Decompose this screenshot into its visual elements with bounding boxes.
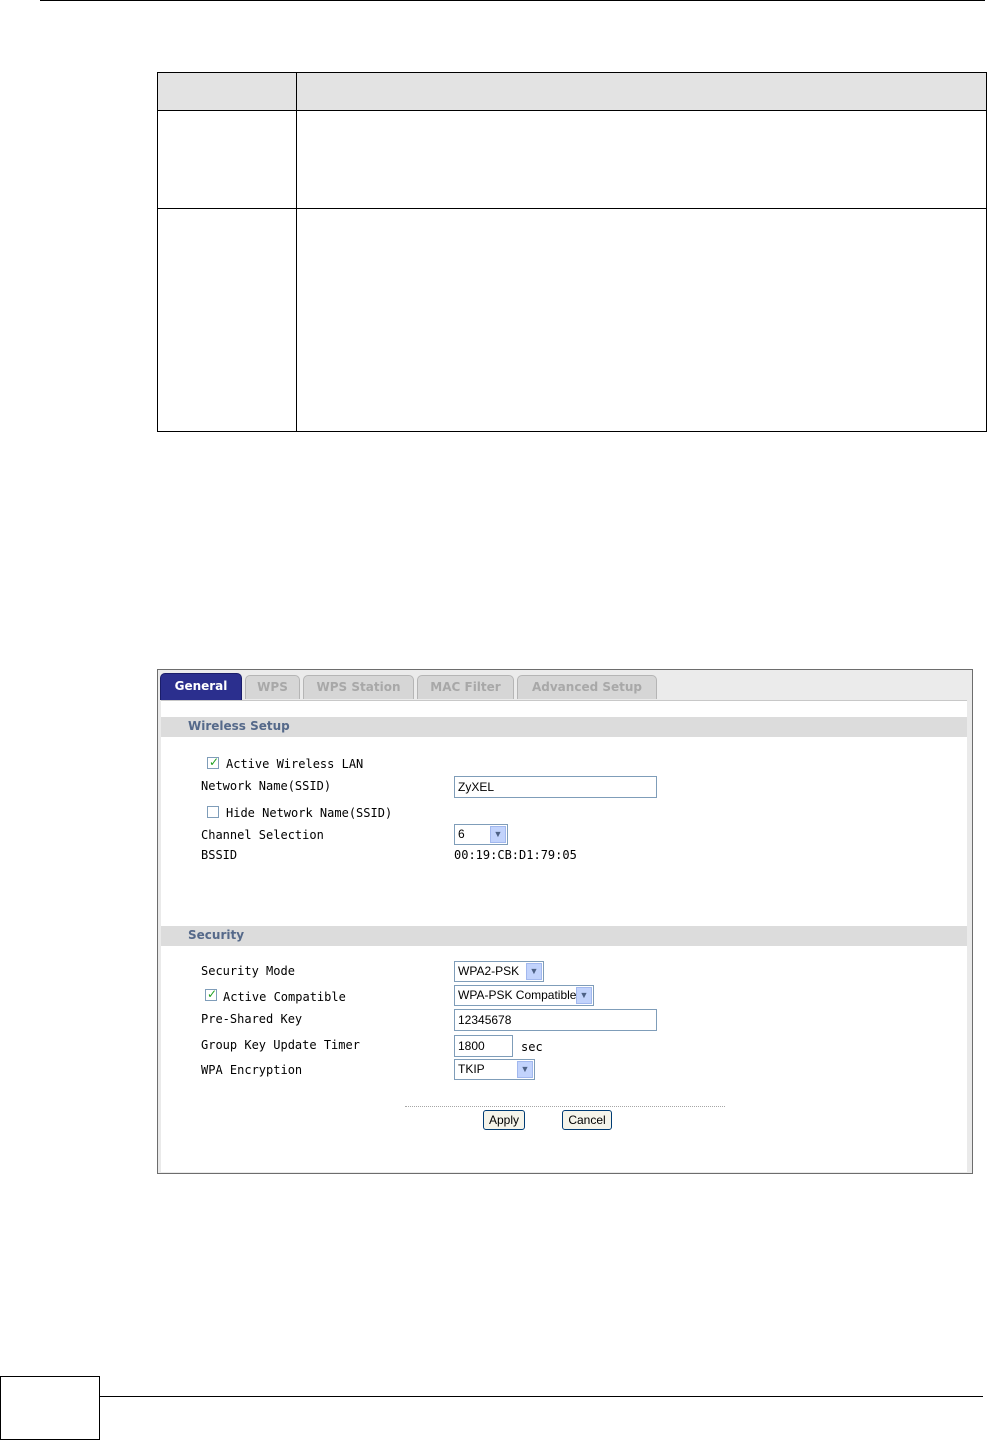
chevron-down-icon: ▼ bbox=[526, 963, 542, 980]
page-top-rule bbox=[40, 0, 985, 1]
chevron-down-icon: ▼ bbox=[490, 826, 506, 843]
security-title: Security bbox=[188, 928, 245, 942]
footer-rule bbox=[100, 1396, 983, 1397]
tab-wps[interactable]: WPS bbox=[245, 675, 300, 699]
active-wireless-lan-checkbox[interactable]: ✓ bbox=[207, 755, 220, 769]
hide-ssid-label: Hide Network Name(SSID) bbox=[226, 806, 393, 820]
hide-ssid-checkbox[interactable] bbox=[207, 806, 219, 818]
table-row-divider bbox=[158, 208, 986, 209]
tab-general[interactable]: General bbox=[160, 673, 242, 700]
check-icon: ✓ bbox=[209, 755, 220, 769]
security-mode-select[interactable]: WPA2-PSK ▼ bbox=[454, 961, 544, 982]
channel-select[interactable]: 6 ▼ bbox=[454, 824, 508, 845]
tab-bar: General WPS WPS Station MAC Filter Advan… bbox=[158, 670, 972, 700]
security-mode-value: WPA2-PSK bbox=[458, 964, 520, 978]
wpa-encryption-label: WPA Encryption bbox=[201, 1063, 303, 1077]
group-key-timer-unit: sec bbox=[521, 1040, 543, 1054]
wireless-lan-screen: General WPS WPS Station MAC Filter Advan… bbox=[157, 669, 973, 1174]
psk-label: Pre-Shared Key bbox=[201, 1012, 303, 1026]
channel-value: 6 bbox=[458, 827, 465, 841]
security-mode-label: Security Mode bbox=[201, 964, 295, 978]
active-wireless-lan-label: Active Wireless LAN bbox=[226, 757, 364, 771]
tab-wps-station[interactable]: WPS Station bbox=[303, 675, 414, 699]
active-compatible-label: Active Compatible bbox=[223, 990, 346, 1004]
bssid-label: BSSID bbox=[201, 848, 238, 862]
wireless-setup-title: Wireless Setup bbox=[188, 719, 290, 733]
ssid-input[interactable]: ZyXEL bbox=[454, 776, 657, 798]
apply-button[interactable]: Apply bbox=[483, 1110, 525, 1130]
ssid-label: Network Name(SSID) bbox=[201, 779, 332, 793]
cancel-button[interactable]: Cancel bbox=[562, 1110, 612, 1130]
compatible-value: WPA-PSK Compatible bbox=[458, 988, 577, 1002]
check-icon: ✓ bbox=[207, 987, 218, 1001]
security-header: Security bbox=[161, 926, 967, 946]
chevron-down-icon: ▼ bbox=[576, 987, 592, 1004]
general-panel: Wireless Setup ✓ Active Wireless LAN Net… bbox=[161, 700, 967, 1172]
wireless-setup-header: Wireless Setup bbox=[161, 717, 967, 737]
bssid-value: 00:19:CB:D1:79:05 bbox=[454, 848, 577, 862]
chevron-down-icon: ▼ bbox=[517, 1061, 533, 1078]
group-key-timer-input[interactable]: 1800 bbox=[454, 1035, 513, 1057]
description-table bbox=[157, 72, 987, 432]
tab-advanced-setup[interactable]: Advanced Setup bbox=[517, 675, 657, 699]
wpa-encryption-value: TKIP bbox=[458, 1062, 485, 1076]
group-key-timer-label: Group Key Update Timer bbox=[201, 1038, 360, 1052]
tab-mac-filter[interactable]: MAC Filter bbox=[417, 675, 514, 699]
wpa-encryption-select[interactable]: TKIP ▼ bbox=[454, 1059, 535, 1080]
table-column-divider bbox=[296, 73, 297, 431]
compatible-select[interactable]: WPA-PSK Compatible ▼ bbox=[454, 985, 594, 1006]
psk-input[interactable]: 12345678 bbox=[454, 1009, 657, 1031]
active-compatible-checkbox[interactable]: ✓ bbox=[205, 987, 218, 1001]
page-number-box bbox=[0, 1376, 100, 1440]
channel-label: Channel Selection bbox=[201, 828, 324, 842]
table-header-row bbox=[158, 73, 986, 111]
button-divider bbox=[405, 1106, 725, 1107]
